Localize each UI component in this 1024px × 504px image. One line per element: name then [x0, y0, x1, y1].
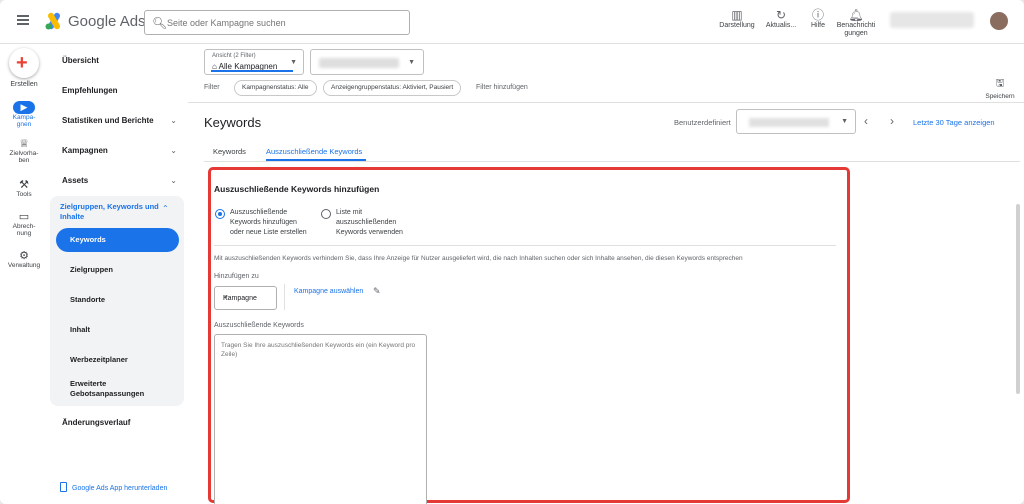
rail-item-goals[interactable]: ♕ Zielvorha- ben [4, 137, 44, 164]
keywords-label: Auszuschließende Keywords [214, 322, 304, 329]
left-rail: + Erstellen ▶ Kampa- gnen ♕ Zielvorha- b… [0, 44, 48, 504]
add-to-label: Hinzufügen zu [214, 273, 259, 280]
help-button[interactable]: ⓘ Hilfe [806, 8, 830, 30]
form-description: Mit auszuschließenden Keywords verhinder… [214, 255, 743, 262]
add-filter-button[interactable]: Filter hinzufügen [476, 84, 528, 91]
trophy-icon: ♕ [19, 138, 29, 150]
nav-sub-audiences[interactable]: Zielgruppen [70, 265, 174, 275]
filter-label: Filter [204, 84, 220, 91]
chevron-down-icon: ⌄ [170, 116, 177, 125]
add-to-select[interactable]: Kampagne ▼ [214, 286, 277, 310]
date-range-dropdown[interactable]: ▼ [736, 109, 856, 134]
app-window: Google Ads 🔍︎ ▥ Darstellung ↻ Aktualis..… [0, 0, 1024, 504]
prev-period-button[interactable]: ‹ [864, 114, 868, 128]
nav-sub-content[interactable]: Inhalt [70, 325, 174, 335]
bell-icon: 🔔︎ [848, 8, 864, 22]
help-icon: ⓘ [811, 8, 824, 22]
scrollbar[interactable] [1015, 44, 1021, 424]
radio-add-keywords-label[interactable]: Auszuschließende Keywords hinzufügen ode… [230, 208, 307, 238]
phone-icon [60, 482, 67, 492]
radio-add-keywords[interactable] [215, 209, 225, 219]
nav-assets[interactable]: Assets ⌄ [62, 176, 177, 185]
rail-item-admin[interactable]: ⚙ Verwaltung [4, 249, 44, 269]
account-info[interactable] [890, 12, 974, 28]
account-dropdown[interactable]: ▼ [310, 49, 424, 75]
next-period-button[interactable]: › [890, 114, 894, 128]
save-button[interactable]: 🖫︎ Speichern [980, 76, 1020, 100]
pencil-icon[interactable]: ✎ [373, 286, 381, 297]
nav-audiences-keywords-content[interactable]: Zielgruppen, Keywords und Inhalte [60, 202, 160, 222]
notifications-button[interactable]: 🔔︎ Benachrichti gungen [834, 8, 878, 38]
search-input[interactable] [167, 14, 407, 31]
chevron-down-icon: ⌄ [170, 146, 177, 155]
nav-stats-reports[interactable]: Statistiken und Berichte ⌄ [62, 116, 177, 125]
top-bar: Google Ads 🔍︎ ▥ Darstellung ↻ Aktualis..… [0, 0, 1024, 44]
nav-sub-ad-schedule[interactable]: Werbezeitplaner [70, 355, 174, 365]
nav-overview[interactable]: Übersicht [62, 56, 177, 65]
form-title: Auszuschließende Keywords hinzufügen [214, 184, 380, 194]
tab-keywords[interactable]: Keywords [213, 147, 246, 156]
avatar[interactable] [990, 12, 1008, 30]
refresh-icon: ↻ [775, 8, 787, 22]
radio-use-list[interactable] [321, 209, 331, 219]
nav-sub-locations[interactable]: Standorte [70, 295, 174, 305]
appearance-icon: ▥ [731, 8, 743, 22]
plus-icon: + [16, 52, 28, 74]
tab-negative-keywords[interactable]: Auszuschließende Keywords [266, 147, 362, 156]
side-nav: Übersicht Empfehlungen Statistiken und B… [48, 44, 188, 504]
nav-recommendations[interactable]: Empfehlungen [62, 86, 177, 95]
brand-name: Google Ads [68, 13, 146, 30]
megaphone-icon: ▶ [13, 101, 35, 114]
view-dropdown[interactable]: Ansicht (2 Filter) ⌂ Alle Kampagnen ▼ [204, 49, 304, 75]
dropdown-arrow-icon: ▼ [408, 59, 415, 66]
radio-use-list-label[interactable]: Liste mit auszuschließenden Keywords ver… [336, 208, 403, 238]
rail-item-campaigns[interactable]: ▶ Kampa- gnen [4, 101, 44, 128]
gear-icon: ⚙ [19, 250, 29, 262]
dropdown-arrow-icon: ▼ [841, 118, 848, 125]
negative-keywords-textarea[interactable] [214, 334, 427, 504]
refresh-button[interactable]: ↻ Aktualis... [764, 8, 798, 30]
filter-chip-adgroup-status[interactable]: Anzeigengruppenstatus: Aktiviert, Pausie… [323, 80, 462, 96]
search-icon: 🔍︎ [152, 16, 168, 30]
select-campaign-link[interactable]: Kampagne auswählen [294, 288, 363, 295]
date-label: Benutzerdefiniert [674, 118, 731, 127]
dropdown-arrow-icon: ▼ [223, 295, 229, 301]
nav-campaigns[interactable]: Kampagnen ⌄ [62, 146, 177, 155]
download-app-link[interactable]: Google Ads App herunterladen [60, 482, 190, 492]
nav-change-history[interactable]: Änderungsverlauf [62, 418, 177, 427]
last-30-days-link[interactable]: Letzte 30 Tage anzeigen [913, 118, 995, 127]
nav-sub-keywords[interactable]: Keywords [56, 228, 179, 252]
appearance-button[interactable]: ▥ Darstellung [718, 8, 756, 30]
credit-card-icon: ▭ [18, 211, 30, 223]
nav-sub-advanced-bid-adjustments[interactable]: Erweiterte Gebotsanpassungen [70, 379, 174, 399]
dropdown-arrow-icon: ▼ [290, 59, 297, 66]
chevron-down-icon: ⌄ [170, 176, 177, 185]
create-button[interactable]: + [9, 48, 39, 78]
search-box[interactable]: 🔍︎ [144, 10, 410, 35]
rail-item-tools[interactable]: ⚒ Tools [4, 178, 44, 198]
tools-icon: ⚒ [19, 179, 29, 191]
filter-chip-campaign-status[interactable]: Kampagnenstatus: Alle [234, 80, 317, 96]
hamburger-icon[interactable] [17, 15, 29, 25]
google-ads-logo [44, 12, 64, 30]
save-icon: 🖫︎ [995, 78, 1005, 89]
create-label: Erstellen [10, 81, 38, 88]
chevron-up-icon[interactable]: ⌃ [162, 204, 169, 213]
rail-item-billing[interactable]: ▭ Abrech- nung [4, 210, 44, 237]
page-title: Keywords [204, 115, 262, 130]
